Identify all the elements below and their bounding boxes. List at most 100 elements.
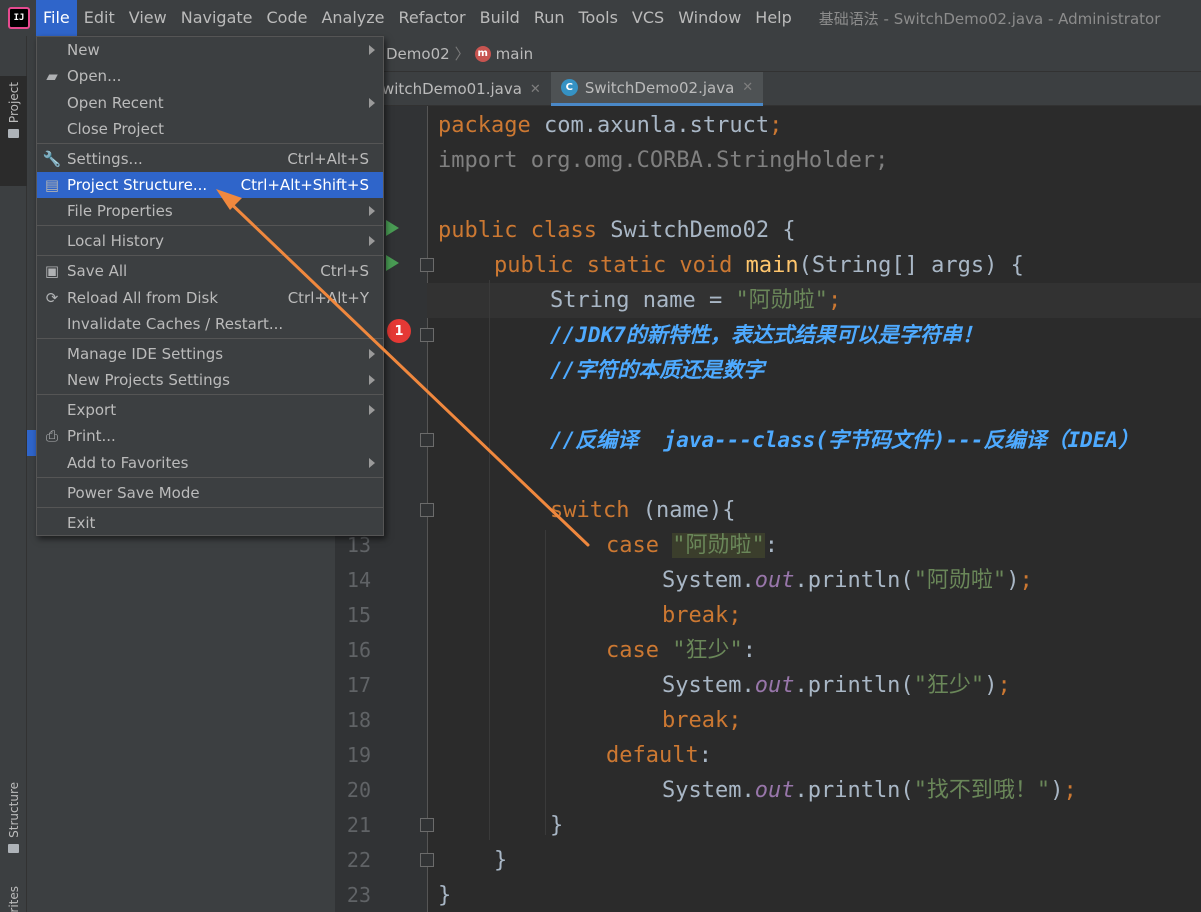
menu-item-open-recent[interactable]: Open Recent	[37, 90, 383, 116]
code-token: out	[754, 673, 795, 698]
menu-item-label: Open Recent	[67, 94, 164, 112]
project-tool-tab[interactable]: Project	[0, 76, 27, 186]
code-line[interactable]: import org.omg.CORBA.StringHolder;	[438, 143, 888, 178]
menu-item-export[interactable]: Export	[37, 397, 383, 423]
code-line[interactable]: //反编译 java---class(字节码文件)---反编译（IDEA）	[550, 423, 1139, 458]
code-token: out	[754, 568, 795, 593]
fold-icon[interactable]	[420, 433, 434, 447]
code-token: (name){	[629, 498, 736, 523]
menu-item-save-all[interactable]: ▣ Save All Ctrl+S	[37, 258, 383, 284]
favorites-tab-label: rites	[6, 886, 21, 912]
menu-item-new-projects-settings[interactable]: New Projects Settings	[37, 367, 383, 393]
code-line[interactable]: System.out.println("阿勋啦");	[662, 563, 1033, 598]
code-token: default	[606, 743, 699, 768]
menu-view[interactable]: View	[122, 0, 174, 36]
code-line[interactable]: }	[550, 808, 563, 843]
code-line[interactable]: //JDK7的新特性，表达式结果可以是字符串！	[550, 318, 983, 353]
menu-item-manage-ide-settings[interactable]: Manage IDE Settings	[37, 341, 383, 367]
menu-build[interactable]: Build	[473, 0, 527, 36]
fold-icon[interactable]	[420, 853, 434, 867]
menu-item-label: Power Save Mode	[67, 484, 200, 502]
code-token: ;	[827, 288, 842, 313]
submenu-arrow-icon	[369, 98, 375, 108]
fold-icon[interactable]	[420, 818, 434, 832]
menu-analyze[interactable]: Analyze	[314, 0, 391, 36]
menu-item-invalidate-caches[interactable]: Invalidate Caches / Restart...	[37, 311, 383, 337]
code-token: (String[] args) {	[798, 253, 1024, 278]
code-line[interactable]: default:	[606, 738, 712, 773]
structure-tool-tab[interactable]: Structure	[0, 776, 27, 866]
code-line[interactable]: //字符的本质还是数字	[550, 353, 764, 388]
code-token: case	[606, 638, 659, 663]
menu-tools[interactable]: Tools	[572, 0, 625, 36]
tab-switchdemo02[interactable]: C SwitchDemo02.java ✕	[550, 72, 764, 106]
menu-item-reload-all[interactable]: ⟳ Reload All from Disk Ctrl+Alt+Y	[37, 285, 383, 311]
menu-item-close-project[interactable]: Close Project	[37, 116, 383, 142]
menu-window[interactable]: Window	[671, 0, 748, 36]
print-icon: ⎙	[45, 427, 58, 445]
code-line[interactable]: break;	[662, 598, 741, 633]
code-token: :	[742, 638, 756, 663]
menu-code[interactable]: Code	[260, 0, 315, 36]
code-token: //反编译 java---class(字节码文件)---反编译（IDEA）	[550, 428, 1140, 452]
fold-icon[interactable]	[420, 258, 434, 272]
favorites-tool-tab[interactable]: rites	[0, 880, 27, 912]
menu-item-label: Export	[67, 401, 117, 419]
structure-tab-label: Structure	[6, 782, 21, 838]
line-number: 15	[346, 603, 371, 627]
menu-item-print[interactable]: ⎙ Print...	[37, 423, 383, 449]
code-line[interactable]: switch (name){	[550, 493, 735, 528]
menu-item-label: Project Structure...	[67, 176, 208, 194]
code-line[interactable]: case "狂少":	[606, 633, 756, 668]
tab-close-icon[interactable]: ✕	[530, 82, 541, 97]
menu-item-new[interactable]: New	[37, 37, 383, 63]
line-number: 20	[346, 778, 371, 802]
menu-item-project-structure[interactable]: ▤ Project Structure... Ctrl+Alt+Shift+S	[37, 172, 383, 198]
menu-refactor[interactable]: Refactor	[392, 0, 473, 36]
reload-icon: ⟳	[45, 289, 59, 307]
tab-label: SwitchDemo02.java	[584, 78, 735, 97]
menu-edit[interactable]: Edit	[77, 0, 122, 36]
fold-icon[interactable]	[420, 503, 434, 517]
breadcrumb-file[interactable]: Demo02	[386, 45, 450, 63]
run-class-icon[interactable]	[386, 220, 399, 236]
tab-close-icon[interactable]: ✕	[742, 80, 753, 95]
line-number: 21	[346, 813, 371, 837]
menu-separator	[37, 394, 383, 395]
code-token: //字符的本质还是数字	[550, 358, 765, 382]
submenu-arrow-icon	[369, 375, 375, 385]
code-line[interactable]: String name = "阿勋啦";	[550, 283, 841, 318]
menu-item-label: Invalidate Caches / Restart...	[67, 315, 284, 333]
menu-item-open[interactable]: ▰ Open...	[37, 63, 383, 89]
code-line[interactable]: case "阿勋啦":	[606, 528, 778, 563]
code-line[interactable]: break;	[662, 703, 741, 738]
menu-item-label: Close Project	[67, 120, 164, 138]
menu-item-local-history[interactable]: Local History	[37, 228, 383, 254]
code-line[interactable]: public class SwitchDemo02 {	[438, 213, 796, 248]
menu-item-add-to-favorites[interactable]: Add to Favorites	[37, 450, 383, 476]
menu-item-file-properties[interactable]: File Properties	[37, 198, 383, 224]
code-line[interactable]: }	[494, 843, 507, 878]
menu-help[interactable]: Help	[748, 0, 798, 36]
breadcrumb-method[interactable]: main	[496, 45, 533, 63]
code-line[interactable]: System.out.println("狂少");	[662, 668, 1011, 703]
editor-tabs: witchDemo01.java ✕ C SwitchDemo02.java ✕	[335, 72, 1201, 106]
menu-item-exit[interactable]: Exit	[37, 510, 383, 536]
menu-item-power-save-mode[interactable]: Power Save Mode	[37, 480, 383, 506]
code-line[interactable]: }	[438, 878, 451, 912]
menu-navigate[interactable]: Navigate	[174, 0, 260, 36]
menu-item-settings[interactable]: 🔧 Settings... Ctrl+Alt+S	[37, 146, 383, 172]
menu-file[interactable]: File	[36, 0, 77, 36]
menu-run[interactable]: Run	[527, 0, 572, 36]
folder-open-icon: ▰	[46, 67, 58, 85]
code-line[interactable]: public static void main(String[] args) {	[494, 248, 1024, 283]
code-token: package	[438, 113, 531, 138]
fold-icon[interactable]	[420, 328, 434, 342]
code-token: ;	[769, 113, 783, 138]
run-main-icon[interactable]	[386, 255, 399, 271]
code-line[interactable]: package com.axunla.struct;	[438, 108, 782, 143]
intellij-logo-icon[interactable]: IJ	[8, 7, 30, 29]
code-token: "狂少"	[672, 638, 743, 663]
code-line[interactable]: System.out.println("找不到哦！");	[662, 773, 1077, 808]
menu-vcs[interactable]: VCS	[625, 0, 671, 36]
